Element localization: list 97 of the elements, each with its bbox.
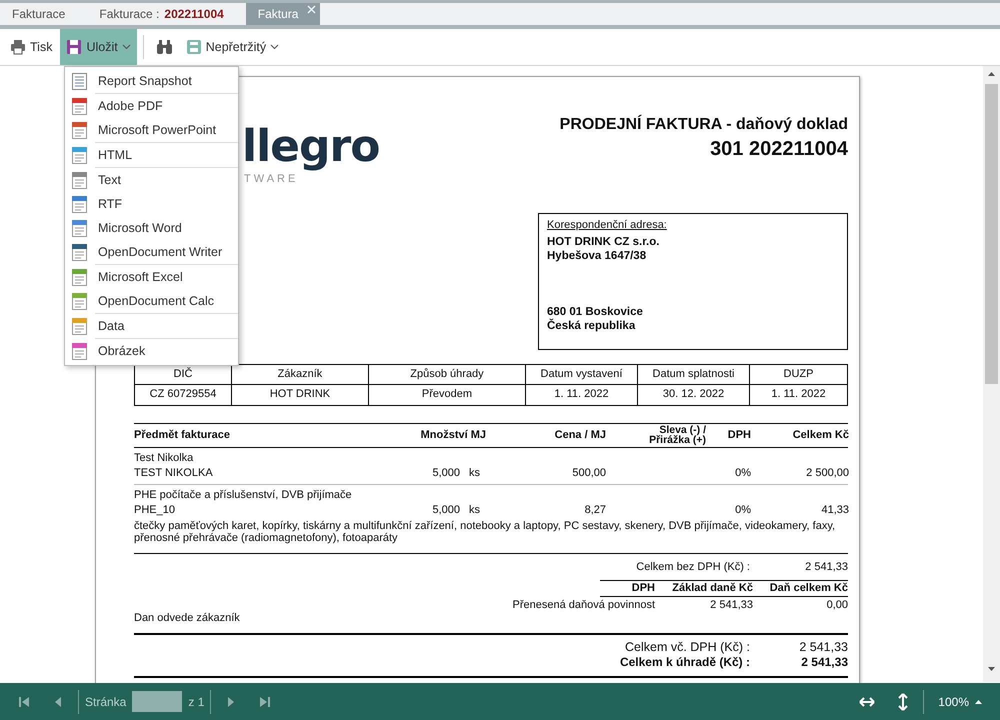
column-header: Základ daně Kč	[655, 580, 753, 597]
address-line: 680 01 Boskovice	[547, 306, 644, 318]
total-label: Celkem k úhradě (Kč) :	[620, 655, 750, 670]
caret-icon	[975, 700, 982, 704]
tab[interactable]: Fakturace	[0, 3, 88, 25]
column-header: Cena / MJ	[554, 430, 606, 441]
address-line: HOT DRINK CZ s.r.o.	[547, 236, 660, 250]
toolbar-button[interactable]: Uložit	[60, 29, 137, 65]
file-icon	[71, 244, 88, 260]
menu-item[interactable]: Microsoft Word	[65, 216, 238, 240]
total-value: 2 541,33	[800, 655, 848, 670]
menu-item[interactable]: Text	[65, 168, 238, 192]
menu-item[interactable]: Obrázek	[65, 339, 238, 363]
note-text: Dan odvede zákazník	[134, 612, 241, 626]
total-value: 2 541,33	[798, 640, 848, 656]
table-cell-text: Přenesená daňová povinnost	[512, 598, 655, 612]
item-name: Test Nikolka	[134, 452, 194, 465]
table-cell-text: 0%	[734, 504, 751, 518]
column-header: DPH	[726, 430, 751, 441]
table-cell-text: 1. 11. 2022	[770, 387, 827, 402]
menu-item[interactable]: HTML	[65, 143, 238, 167]
table-cell-text: 500,00	[571, 466, 606, 480]
table-cell: 5,000	[432, 504, 460, 516]
menu-item[interactable]: OpenDocument Calc	[65, 289, 238, 313]
table-cell-text: 2 500,00	[805, 466, 849, 480]
last-page-icon[interactable]	[259, 694, 272, 708]
menu-item[interactable]: RTF	[65, 192, 238, 216]
logo-tagline: TWARE	[244, 173, 300, 186]
item-description: čtečky paměťových karet, kopírky, tiskárny a multifunkční zařízení, notebooky a laptopy, PC sestavy, skenery, DVB přijímače, videokamery, faxy, přenosné přehrávače (radiomagnetofony), fotoaparáty	[134, 520, 836, 544]
menu-item[interactable]: Data	[65, 314, 238, 338]
toolbar-button[interactable]: Tisk	[4, 29, 58, 65]
table-cell: CZ 60729554	[135, 385, 232, 405]
table-cell-text: 2 541,33	[709, 598, 753, 612]
binoculars-icon	[156, 39, 172, 55]
file-icon	[71, 318, 88, 334]
printer-icon	[10, 39, 26, 55]
column-header: Zákazník	[232, 365, 369, 386]
file-icon	[71, 122, 88, 138]
menu-item[interactable]: Adobe PDF	[65, 94, 238, 118]
file-icon	[71, 292, 88, 310]
first-page-icon[interactable]	[18, 694, 30, 708]
scrollbar[interactable]	[983, 66, 1000, 682]
column-header: DUZP	[750, 365, 847, 386]
column-header: Sleva (-) / Přirážka (+)	[648, 424, 706, 446]
table-cell-text: 0,00	[826, 598, 848, 612]
column-header: DPH	[600, 580, 655, 597]
logo-text: llegro	[242, 125, 380, 169]
close-icon[interactable]	[307, 5, 316, 14]
file-icon	[71, 268, 88, 286]
subtotal-label: Celkem bez DPH (Kč) :	[636, 560, 750, 574]
table-cell: 5,000	[432, 466, 460, 479]
table-cell: 30. 12. 2022	[638, 385, 750, 405]
table-cell: 1. 11. 2022	[526, 385, 638, 405]
address-line: Česká republika	[547, 320, 636, 334]
page-input[interactable]	[132, 691, 182, 712]
column-header: Celkem Kč	[792, 430, 849, 441]
fit-height-icon[interactable]	[897, 692, 910, 710]
fit-width-icon[interactable]	[859, 696, 876, 708]
column-header: Předmět fakturace	[134, 430, 231, 441]
table-cell-text: 41,33	[820, 504, 849, 518]
address-heading: Korespondenční adresa:	[547, 219, 668, 232]
page-count: z 1	[188, 694, 204, 710]
file-icon	[71, 146, 88, 164]
table-cell: HOT DRINK	[232, 385, 369, 405]
subtotal-value: 2 541,33	[804, 560, 848, 574]
address-line: Hybešova 1647/38	[547, 250, 648, 264]
toolbar-button[interactable]: Nepřetržitý	[180, 29, 286, 65]
table-cell: ks	[469, 504, 480, 516]
table-cell-text: 0%	[734, 466, 751, 480]
item-code: TEST NIKOLKA	[134, 466, 214, 480]
file-icon	[71, 196, 88, 212]
column-header: Množství MJ	[420, 430, 486, 441]
page-label: Stránka	[85, 694, 126, 710]
item-name: PHE počítače a příslušenství, DVB přijímače	[134, 488, 353, 502]
invoice-number: 301 202211004	[709, 137, 848, 162]
table-cell: ks	[469, 466, 480, 479]
column-header: Daň celkem Kč	[753, 580, 848, 597]
tab[interactable]: Fakturace : 202211004	[87, 3, 246, 25]
file-icon	[71, 220, 88, 236]
column-header: Datum splatnosti	[638, 365, 750, 386]
menu-item[interactable]: Microsoft PowerPoint	[65, 118, 238, 142]
column-header: DIČ	[135, 365, 232, 386]
total-label: Celkem vč. DPH (Kč) :	[624, 640, 750, 656]
table-cell-text: 8,27	[584, 504, 606, 518]
menu-item[interactable]: Report Snapshot	[65, 69, 238, 93]
file-icon	[71, 172, 88, 188]
table-cell: Převodem	[369, 385, 526, 405]
file-icon	[71, 342, 88, 360]
file-icon	[71, 98, 88, 114]
column-header: Datum vystavení	[526, 365, 638, 386]
zoom-button[interactable]: 100%	[930, 688, 990, 714]
invoice-title: PRODEJNÍ FAKTURA - daňový doklad	[560, 115, 848, 134]
item-code: PHE_10	[134, 504, 176, 518]
column-header: Způsob úhrady	[369, 365, 526, 386]
menu-item[interactable]: Microsoft Excel	[65, 265, 238, 289]
menu-item[interactable]: OpenDocument Writer	[65, 240, 238, 264]
document-icon	[71, 72, 88, 90]
